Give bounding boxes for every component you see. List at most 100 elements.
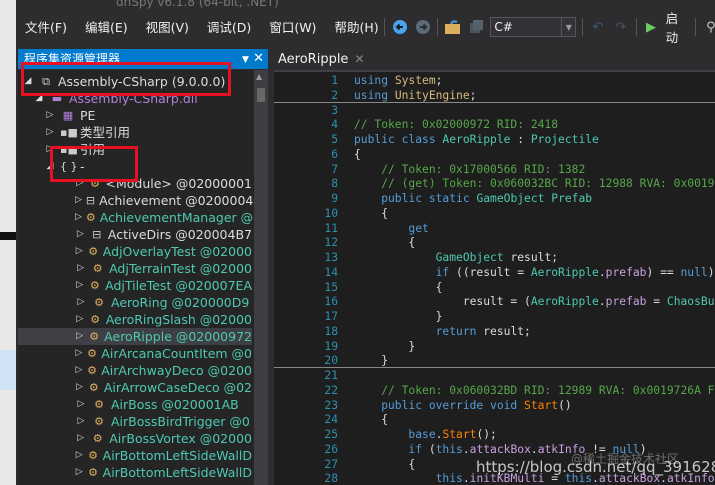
code-token: this — [354, 472, 463, 485]
expand-icon[interactable]: ▷ — [75, 243, 83, 260]
undo-icon[interactable]: ↶ — [589, 18, 606, 36]
tree-item-label: AdjOverlayTest @02000 — [102, 244, 252, 259]
save-all-icon[interactable] — [467, 18, 484, 36]
line-number: 27 — [324, 457, 338, 471]
code-line: 18 return result; — [274, 324, 715, 339]
expand-icon[interactable]: ▷ — [75, 311, 85, 328]
menu-debug[interactable]: 调试(D) — [198, 17, 260, 36]
code-line: 17 } — [274, 309, 715, 324]
menu-file[interactable]: 文件(F) — [16, 17, 76, 36]
expand-icon[interactable]: ▷ — [75, 379, 84, 396]
tree-item[interactable]: ▷ ⚙ AchievementManager @ — [18, 209, 253, 226]
expand-icon[interactable]: ▷ — [75, 396, 87, 413]
play-icon[interactable]: ▶ — [642, 18, 659, 36]
code-token: Prefab — [551, 192, 593, 205]
expand-icon[interactable]: ▷ — [75, 192, 82, 209]
tree-item[interactable]: ▷ ⚙ AirArchwayDeco @0200 — [18, 362, 252, 379]
start-button[interactable]: 启动 — [666, 8, 690, 46]
line-number: 11 — [324, 221, 338, 235]
expand-icon[interactable]: ▷ — [75, 464, 83, 481]
code-line: 5 public class AeroRipple : Projectile — [274, 132, 715, 147]
expand-icon[interactable]: ▷ — [75, 345, 83, 362]
code-token: ChaosBu — [666, 295, 715, 309]
code-token: AeroRipple — [442, 133, 511, 146]
redo-icon[interactable]: ↷ — [612, 18, 629, 36]
language-select[interactable]: C# ▼ — [490, 17, 577, 37]
tree-item[interactable]: ▷ ⚙ AdjTerrainTest @02000 — [18, 260, 252, 277]
tree-item-label: AeroRingSlash @02000 — [105, 312, 252, 327]
line-number: 2 — [331, 88, 338, 102]
expand-icon[interactable]: ▷ — [75, 430, 86, 447]
expand-icon[interactable]: ▷ — [75, 447, 83, 464]
tree-item-label: AirBossBirdTrigger @0 — [111, 414, 250, 429]
menu-help[interactable]: 帮助(H) — [325, 17, 387, 36]
close-tab-icon[interactable]: ✕ — [354, 52, 364, 66]
tree-item[interactable]: ▷ ⊟ ActiveDirs @020004B7 — [18, 226, 252, 243]
tree-item[interactable]: ▷ ⚙ AirArrowCaseDeco @02 — [18, 379, 252, 396]
chevron-down-icon[interactable]: ▼ — [561, 18, 575, 36]
back-icon[interactable] — [391, 18, 408, 36]
open-folder-icon[interactable] — [444, 18, 461, 36]
line-number: 21 — [324, 369, 338, 382]
tree-item-label: 类型引用 — [80, 125, 131, 140]
expand-icon[interactable]: ▷ — [75, 226, 86, 243]
reference-icon: ▪■ — [60, 126, 78, 139]
search-icon[interactable]: ⚲ — [702, 18, 715, 36]
forward-icon[interactable] — [414, 18, 431, 36]
tree-item[interactable]: ▷ ⚙ AdjTileTest @020007EA — [18, 277, 252, 294]
expand-icon[interactable]: ▷ — [44, 124, 56, 141]
code-token: prefab — [605, 265, 647, 279]
expand-icon[interactable]: ▷ — [75, 209, 82, 226]
dropdown-icon[interactable]: ▼ — [242, 55, 249, 65]
expand-icon[interactable]: ▷ — [75, 260, 86, 277]
expand-icon[interactable]: ▷ — [75, 328, 84, 345]
code-token: base — [354, 428, 436, 441]
code-editor[interactable]: 1 using System; 2 using UnityEngine; 3 4 // To… — [274, 72, 715, 485]
tree-item[interactable]: ▷ ⚙ AeroRipple @02000972 — [18, 328, 252, 345]
class-icon: ⚙ — [92, 432, 103, 445]
expand-icon[interactable]: ▷ — [75, 362, 83, 379]
class-icon: ⚙ — [85, 211, 96, 224]
tree-item[interactable]: ▷ ⚙ AeroRingSlash @02000 — [18, 311, 252, 328]
menu-edit[interactable]: 编辑(E) — [76, 17, 137, 36]
code-token: . — [530, 442, 538, 456]
expand-icon[interactable]: ▷ — [75, 294, 87, 311]
code-line: 16 result = (AeroRipple.prefab = ChaosBu — [274, 294, 715, 309]
code-token: this — [435, 442, 463, 456]
code-token: result; — [476, 324, 531, 338]
pe-icon: ▦ — [62, 109, 74, 122]
line-number: 1 — [331, 74, 338, 87]
close-icon[interactable]: ✕ — [253, 51, 264, 66]
tree-item-label: PE — [80, 108, 96, 123]
tree-item[interactable]: ▷ ⚙ AirBossBirdTrigger @0 — [18, 413, 252, 430]
tab-aeroripple[interactable]: AeroRipple ✕ — [274, 48, 370, 70]
line-number: 5 — [331, 133, 338, 146]
tree-item[interactable]: ▷ ⚙ AirBoss @020001AB — [18, 396, 252, 413]
class-icon: ⚙ — [89, 330, 100, 343]
expand-icon[interactable]: ▷ — [44, 107, 56, 124]
code-token: result; — [503, 251, 559, 264]
tree-item[interactable]: ▷ ⚙ AeroRing @020000D9 — [18, 294, 252, 311]
expand-icon[interactable]: ▷ — [75, 413, 87, 430]
code-token: prefab — [605, 295, 647, 309]
code-token: ; — [469, 88, 477, 102]
code-token: ; — [435, 74, 443, 87]
code-token: . — [598, 265, 606, 279]
tree-item[interactable]: ▷ ⚙ AirBottomLeftSideWallD — [18, 464, 252, 481]
tree-item[interactable]: ▷ ⚙ AdjOverlayTest @02000 — [18, 243, 252, 260]
tree-item[interactable]: ▷ ⚙ AirArcanaCountItem @0 — [18, 345, 252, 362]
tree-item[interactable]: ▷ ▦ PE — [18, 107, 252, 124]
tree-item[interactable]: ▷ ⊟ Achievement @02000048 — [18, 192, 261, 209]
code-token: public class — [354, 133, 443, 146]
vertical-scrollbar[interactable]: ▲ — [254, 70, 268, 485]
tree-item-label: AirBottomLeftSideWallD — [102, 465, 252, 480]
expand-icon[interactable]: ▷ — [75, 277, 84, 294]
tree-item[interactable]: ▷ ⚙ AirBossVortex @02000 — [18, 430, 252, 447]
menu-window[interactable]: 窗口(W) — [260, 17, 325, 36]
code-token: } — [354, 354, 389, 368]
tree-item[interactable]: ▷ ▪■ 类型引用 — [18, 124, 252, 141]
code-token: using — [354, 88, 389, 102]
tree-item[interactable]: ▷ ⚙ AirBottomLeftSideWallD — [18, 447, 252, 464]
menu-view[interactable]: 视图(V) — [137, 17, 198, 36]
